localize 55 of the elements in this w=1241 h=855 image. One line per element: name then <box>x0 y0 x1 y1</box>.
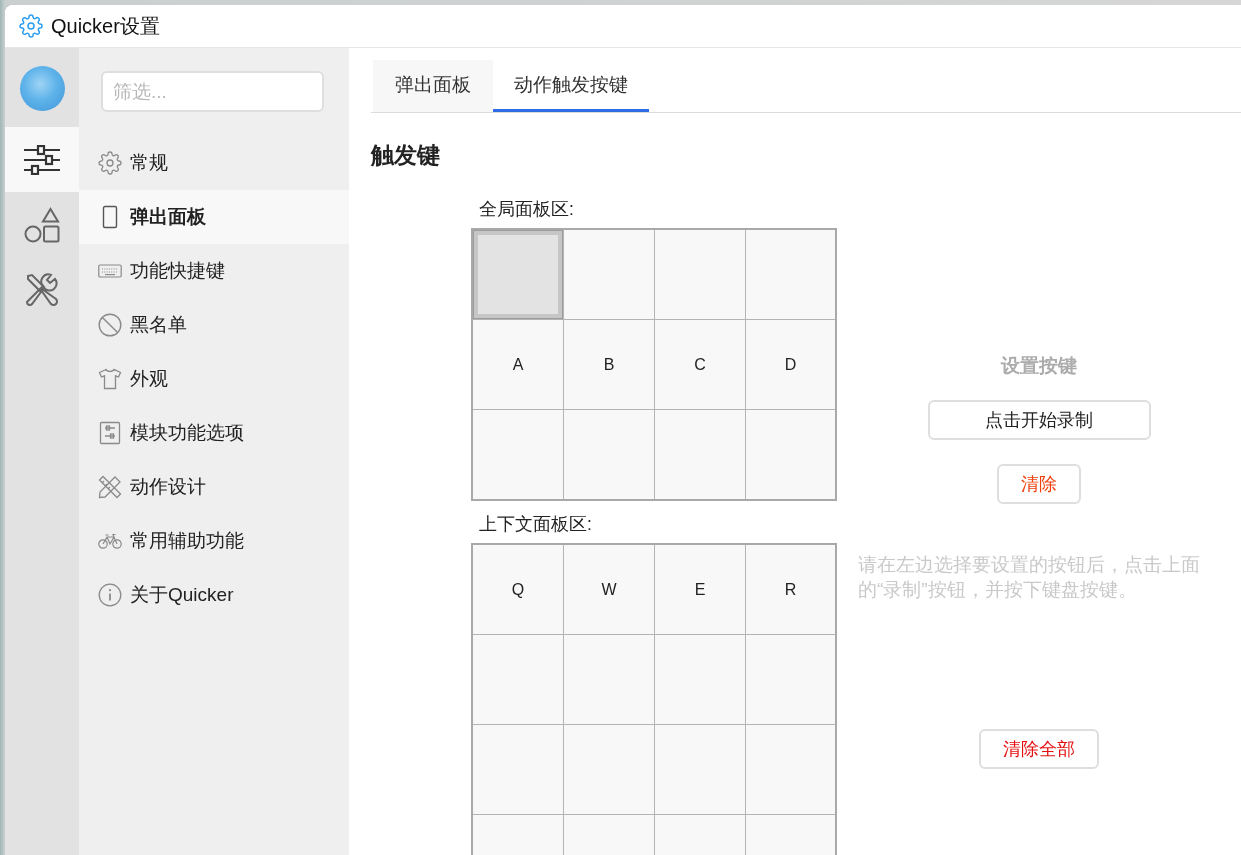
nav-item[interactable]: 动作设计 <box>79 460 349 514</box>
nav-item[interactable]: 常规 <box>79 136 349 190</box>
key-cell[interactable] <box>655 230 745 319</box>
window-title: Quicker设置 <box>51 13 160 39</box>
key-cell[interactable] <box>564 725 654 814</box>
key-cell[interactable]: W <box>564 545 654 634</box>
key-cell[interactable]: A <box>473 320 563 409</box>
key-cell[interactable]: Q <box>473 545 563 634</box>
nav-item[interactable]: 常用辅助功能 <box>79 514 349 568</box>
gear-icon <box>98 151 122 175</box>
panel-label: 全局面板区: <box>478 198 574 221</box>
key-cell[interactable] <box>655 725 745 814</box>
key-cell[interactable]: C <box>655 320 745 409</box>
panel-label: 上下文面板区: <box>478 513 592 536</box>
nav-item[interactable]: 关于Quicker <box>79 568 349 622</box>
rail-tab[interactable] <box>5 127 79 192</box>
record-button[interactable]: 点击开始录制 <box>927 400 1151 440</box>
tab[interactable]: 弹出面板 <box>373 60 493 112</box>
nav-item[interactable]: 模块功能选项 <box>79 406 349 460</box>
gear-icon <box>19 14 43 38</box>
nav-item[interactable]: 弹出面板 <box>79 190 349 244</box>
t-shirt-icon <box>98 367 122 391</box>
key-cell[interactable] <box>564 635 654 724</box>
key-cell[interactable] <box>473 410 563 499</box>
clear-button[interactable]: 清除 <box>997 464 1081 504</box>
key-cell[interactable]: E <box>655 545 745 634</box>
filter-field[interactable]: 筛选... <box>101 71 324 112</box>
key-cell[interactable] <box>746 725 835 814</box>
key-cell[interactable] <box>473 725 563 814</box>
shapes-icon <box>24 206 60 243</box>
key-cell[interactable]: D <box>746 320 835 409</box>
nav-item[interactable]: 黑名单 <box>79 298 349 352</box>
key-cell[interactable] <box>473 635 563 724</box>
sliders-icon <box>24 144 60 175</box>
nav-item[interactable]: 外观 <box>79 352 349 406</box>
key-cell[interactable]: R <box>746 545 835 634</box>
info-icon <box>98 583 122 607</box>
nav-item[interactable]: 功能快捷键 <box>79 244 349 298</box>
tools-icon <box>24 271 60 308</box>
avatar-icon[interactable] <box>19 66 65 111</box>
key-cell[interactable] <box>746 410 835 499</box>
key-setting-title: 设置按键 <box>1001 354 1077 378</box>
control-panel-icon <box>98 421 122 445</box>
key-cell[interactable] <box>564 230 654 319</box>
key-cell[interactable] <box>473 230 563 319</box>
key-cell[interactable] <box>746 635 835 724</box>
clear-all-button[interactable]: 清除全部 <box>979 729 1099 769</box>
key-cell[interactable] <box>655 635 745 724</box>
key-cell[interactable] <box>746 230 835 319</box>
pencil-ruler-icon <box>98 475 122 499</box>
key-cell[interactable]: B <box>564 320 654 409</box>
prohibited-icon <box>98 313 122 337</box>
key-cell[interactable] <box>655 410 745 499</box>
section-title: 触发键 <box>371 141 440 170</box>
key-cell[interactable] <box>564 410 654 499</box>
